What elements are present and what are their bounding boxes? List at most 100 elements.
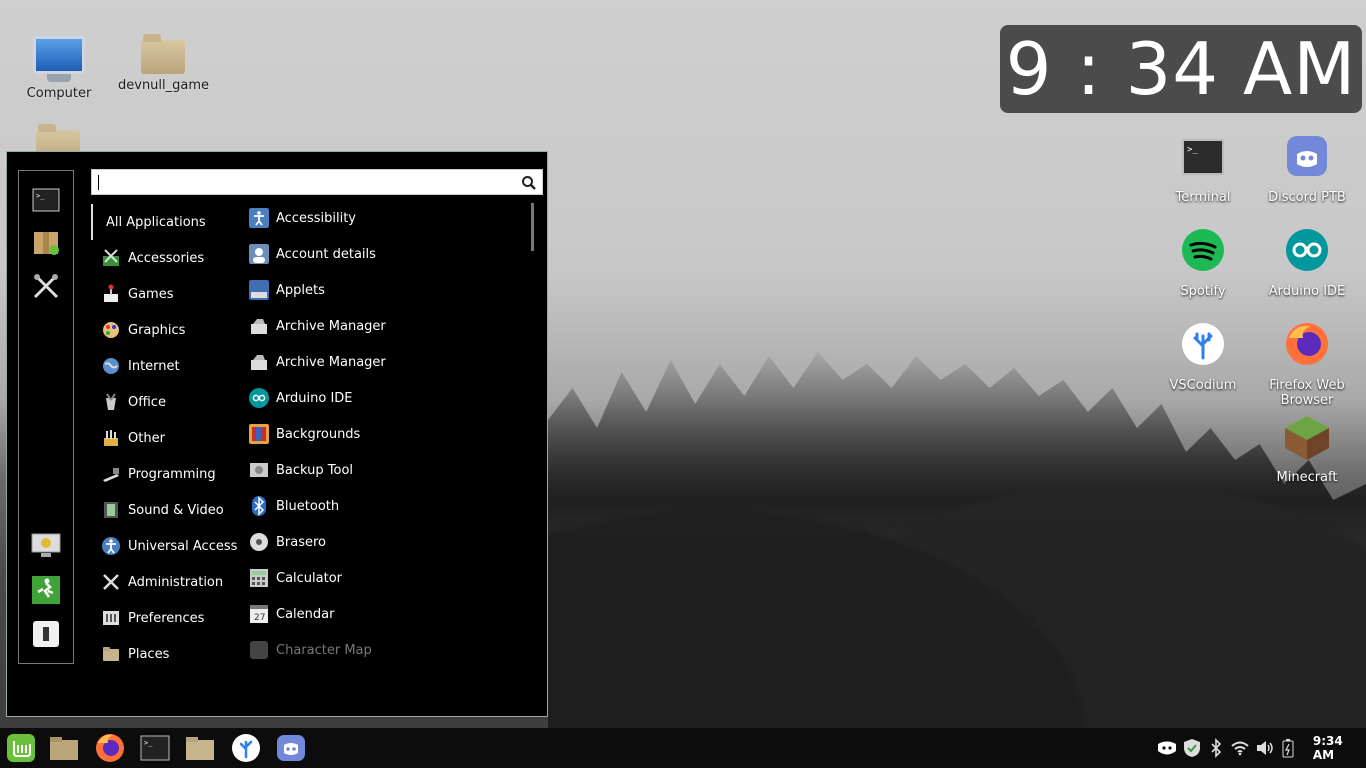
category-label: Sound & Video (128, 502, 224, 518)
category-label: Administration (128, 574, 224, 590)
system-settings-icon[interactable] (31, 271, 61, 301)
mint-menu-icon[interactable] (4, 732, 38, 764)
tools-icon (101, 572, 121, 592)
svg-text:>_: >_ (144, 739, 153, 747)
app-label: Brasero (276, 534, 327, 550)
folder-icon[interactable] (183, 732, 217, 764)
shutdown-icon[interactable] (31, 619, 61, 649)
app-applets[interactable]: Applets (249, 272, 529, 308)
software-manager-icon[interactable] (31, 227, 61, 257)
spotify-icon (1182, 229, 1224, 271)
accessibility-icon (249, 208, 269, 228)
desktop-icon-minecraft[interactable]: Minecraft (1262, 414, 1352, 485)
bluetooth-icon[interactable] (1205, 737, 1226, 759)
category-label: Graphics (128, 322, 186, 338)
calendar-icon: 27 (250, 605, 268, 623)
desktop-icon-spotify[interactable]: Spotify (1158, 228, 1248, 299)
app-label: Calculator (276, 570, 343, 586)
app-calculator[interactable]: Calculator (249, 560, 529, 596)
app-label: Backgrounds (276, 426, 361, 442)
desktop-icon-terminal[interactable]: >_ Terminal (1158, 134, 1248, 205)
desktop-icon-label: Firefox Web Browser (1269, 378, 1345, 408)
app-account-details[interactable]: Account details (249, 236, 529, 272)
firefox-icon[interactable] (93, 732, 127, 764)
preferences-icon (101, 608, 121, 628)
desktop-icon-firefox[interactable]: Firefox Web Browser (1262, 322, 1352, 408)
other-icon (101, 428, 121, 448)
graphics-icon (101, 320, 121, 340)
desktop-icon-devnull-game[interactable]: devnull_game (118, 32, 209, 93)
category-list: All Applications Accessories Games Graph… (91, 204, 241, 672)
backup-icon (250, 463, 268, 477)
vscodium-icon[interactable] (229, 732, 263, 764)
discord-tray-icon[interactable] (1156, 737, 1178, 759)
application-menu: >_ All Applications Accessories Games Gr… (6, 151, 548, 717)
folder-icon (141, 34, 185, 74)
app-arduino-ide[interactable]: Arduino IDE (249, 380, 529, 416)
category-preferences[interactable]: Preferences (91, 600, 241, 636)
desktop-icon-computer[interactable]: Computer (14, 36, 104, 101)
category-graphics[interactable]: Graphics (91, 312, 241, 348)
app-calendar[interactable]: 27 Calendar (249, 596, 529, 632)
category-label: Office (128, 394, 166, 410)
volume-icon[interactable] (1254, 737, 1275, 759)
desktop-icon-label: Minecraft (1276, 470, 1338, 485)
category-places[interactable]: Places (91, 636, 241, 672)
app-list-scrollbar[interactable] (531, 203, 534, 251)
app-archive-manager[interactable]: Archive Manager (249, 344, 529, 380)
office-icon (101, 392, 121, 412)
app-label: Applets (276, 282, 325, 298)
logout-icon[interactable] (31, 575, 61, 605)
desktop-icon-arduino-ide[interactable]: Arduino IDE (1262, 228, 1352, 299)
battery-icon[interactable] (1278, 737, 1299, 759)
desktop-icon-label: Computer (26, 86, 92, 101)
panel-clock[interactable]: 9:34 AM (1313, 734, 1366, 762)
terminal-icon[interactable]: >_ (31, 185, 61, 215)
category-label: All Applications (106, 214, 206, 230)
account-icon (249, 244, 269, 264)
terminal-icon: >_ (1182, 139, 1224, 175)
update-shield-icon[interactable] (1181, 737, 1202, 759)
minecraft-icon (1285, 416, 1329, 460)
wifi-icon[interactable] (1229, 737, 1250, 759)
app-archive-manager[interactable]: Archive Manager (249, 308, 529, 344)
arduino-icon (249, 388, 269, 408)
terminal-icon[interactable]: >_ (138, 732, 172, 764)
category-administration[interactable]: Administration (91, 564, 241, 600)
category-office[interactable]: Office (91, 384, 241, 420)
app-character-map[interactable]: Character Map (249, 632, 529, 668)
category-label: Places (128, 646, 170, 662)
category-label: Other (128, 430, 165, 446)
app-label: Character Map (276, 642, 372, 658)
app-label: Accessibility (276, 210, 356, 226)
app-accessibility[interactable]: Accessibility (249, 200, 529, 236)
desktop-icon-label: Terminal (1175, 190, 1231, 205)
desktop-icon-label: Arduino IDE (1268, 284, 1346, 299)
application-list: Accessibility Account details Applets Ar… (249, 200, 529, 668)
category-accessories[interactable]: Accessories (91, 240, 241, 276)
app-brasero[interactable]: Brasero (249, 524, 529, 560)
programming-icon (101, 464, 121, 484)
category-universal-access[interactable]: Universal Access (91, 528, 241, 564)
category-games[interactable]: Games (91, 276, 241, 312)
discord-icon[interactable] (274, 732, 308, 764)
search-input[interactable] (91, 169, 543, 195)
file-manager-icon[interactable] (47, 732, 81, 764)
app-label: Calendar (276, 606, 335, 622)
svg-text:>_: >_ (36, 192, 45, 200)
category-sound-video[interactable]: Sound & Video (91, 492, 241, 528)
category-programming[interactable]: Programming (91, 456, 241, 492)
category-all-applications[interactable]: All Applications (91, 204, 241, 240)
desktop-icon-vscodium[interactable]: VSCodium (1158, 322, 1248, 393)
category-internet[interactable]: Internet (91, 348, 241, 384)
category-other[interactable]: Other (91, 420, 241, 456)
arduino-icon (1286, 229, 1328, 271)
app-bluetooth[interactable]: Bluetooth (249, 488, 529, 524)
desktop-icon-discord-ptb[interactable]: Discord PTB (1262, 134, 1352, 205)
lock-screen-icon[interactable] (31, 531, 61, 561)
app-backgrounds[interactable]: Backgrounds (249, 416, 529, 452)
archive-icon (251, 319, 267, 334)
app-backup-tool[interactable]: Backup Tool (249, 452, 529, 488)
category-label: Accessories (128, 250, 205, 266)
search-icon[interactable] (521, 175, 537, 191)
